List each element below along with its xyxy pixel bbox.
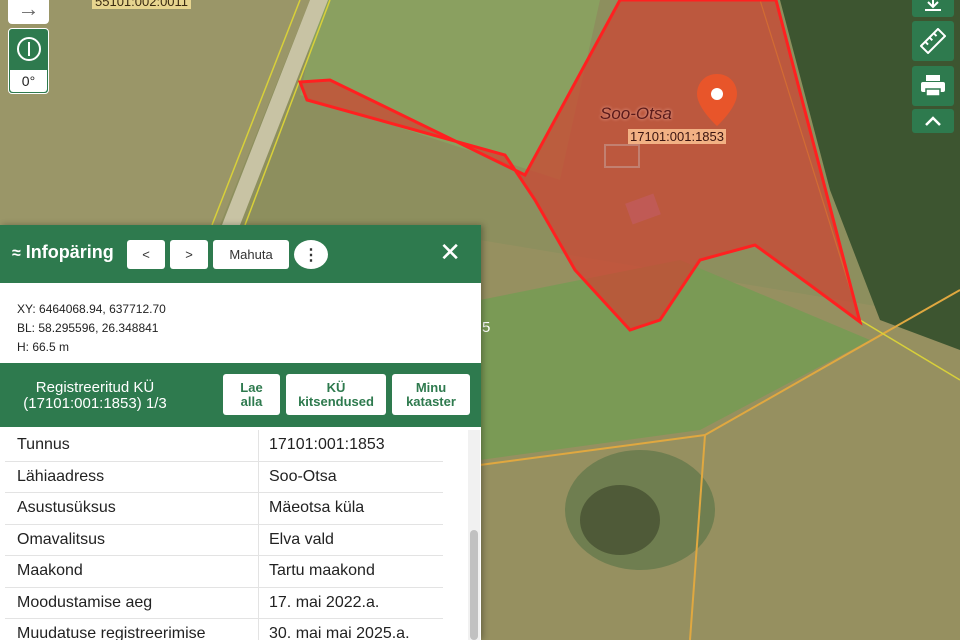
more-options-icon[interactable]: ⋮ (294, 240, 328, 269)
my-cadastre-button[interactable]: Minu kataster (392, 374, 470, 415)
location-marker-icon[interactable] (695, 72, 739, 128)
restrictions-button[interactable]: KÜ kitsendused (286, 374, 386, 415)
prev-button[interactable]: < (127, 240, 165, 269)
attr-key: Moodustamise aeg (17, 593, 153, 611)
table-row: Omavalitsus Elva vald (5, 524, 443, 556)
attr-key: Asustusüksus (17, 499, 116, 516)
attribute-table: Tunnus 17101:001:1853 Lähiaadress Soo-Otsa… (0, 430, 468, 640)
download-button[interactable]: Lae alla (223, 374, 280, 415)
scrollbar[interactable] (468, 430, 480, 640)
table-row: Moodustamise aeg 17. mai 2022.a. (5, 587, 443, 619)
table-row: Lähiaadress Soo-Otsa (5, 461, 443, 493)
parcel-code-label: 17101:001:1853 (628, 129, 726, 144)
attr-value: Elva vald (269, 530, 334, 548)
close-icon[interactable]: ✕ (439, 237, 461, 267)
attr-value: 17101:001:1853 (269, 436, 385, 453)
attr-key: Lähiaadress (17, 467, 105, 485)
fit-button[interactable]: Mahuta (213, 240, 289, 269)
chevron-up-icon[interactable] (912, 109, 954, 133)
table-row: Muudatuse registreerimise 30. mai mai 202… (5, 619, 443, 640)
xy-coordinates: XY: 6464068.94, 637712.70 (17, 302, 166, 316)
attr-value: 30. mai mai 2025.a. (269, 625, 410, 640)
table-row: Maakond Tartu maakond (5, 556, 443, 588)
attr-value: Mäeotsa küla (269, 499, 365, 516)
registry-title-line1: Registreeritud KÜ (35, 379, 155, 396)
attr-key: Tunnus (17, 436, 70, 453)
panel-title-text: Infopäring (25, 242, 114, 262)
height-value: H: 66.5 m (17, 340, 70, 354)
registry-bar: Registreeritud KÜ (17101:001:1853) 1/3 L… (0, 363, 481, 427)
compass-degrees: 0° (10, 70, 47, 92)
attr-key: Maakond (17, 562, 83, 579)
attr-value: Soo-Otsa (269, 467, 337, 485)
scrollbar-thumb[interactable] (470, 530, 478, 640)
table-row: Asustusüksus Mäeotsa küla (5, 493, 443, 525)
info-panel: ≈ Infopäring < > Mahuta ⋮ ✕ XY: 6464068.… (0, 225, 481, 640)
table-row: Tunnus 17101:001:1853 (5, 430, 443, 462)
compass-icon[interactable]: 0° (8, 28, 49, 94)
attr-key: Muudatuse registreerimise (17, 625, 206, 640)
compass-dial (17, 37, 41, 61)
ruler-icon[interactable] (912, 21, 954, 61)
attr-key: Omavalitsus (17, 530, 106, 548)
bl-coordinates: BL: 58.295596, 26.348841 (17, 321, 159, 335)
next-button[interactable]: > (170, 240, 208, 269)
back-arrow-icon[interactable]: → (8, 0, 49, 24)
panel-title[interactable]: ≈ Infopäring (12, 242, 114, 263)
parcel-edge-label: 5 (482, 319, 491, 336)
panel-header: ≈ Infopäring < > Mahuta ⋮ ✕ (0, 225, 481, 283)
coordinates-block: XY: 6464068.94, 637712.70 BL: 58.295596,… (0, 283, 481, 363)
print-icon[interactable] (912, 66, 954, 106)
attr-value: Tartu maakond (269, 562, 375, 579)
double-chevron-up-icon[interactable]: ≈ (12, 245, 21, 262)
attr-value: 17. mai 2022.a. (269, 593, 380, 611)
registry-title-line2: (17101:001:1853) 1/3 (23, 395, 167, 412)
place-name-label: Soo-Otsa (600, 104, 672, 123)
download-icon[interactable] (912, 0, 954, 17)
registry-title: Registreeritud KÜ (17101:001:1853) 1/3 (0, 380, 190, 412)
parcel-label-top: 55101:002:0011 (92, 0, 192, 9)
